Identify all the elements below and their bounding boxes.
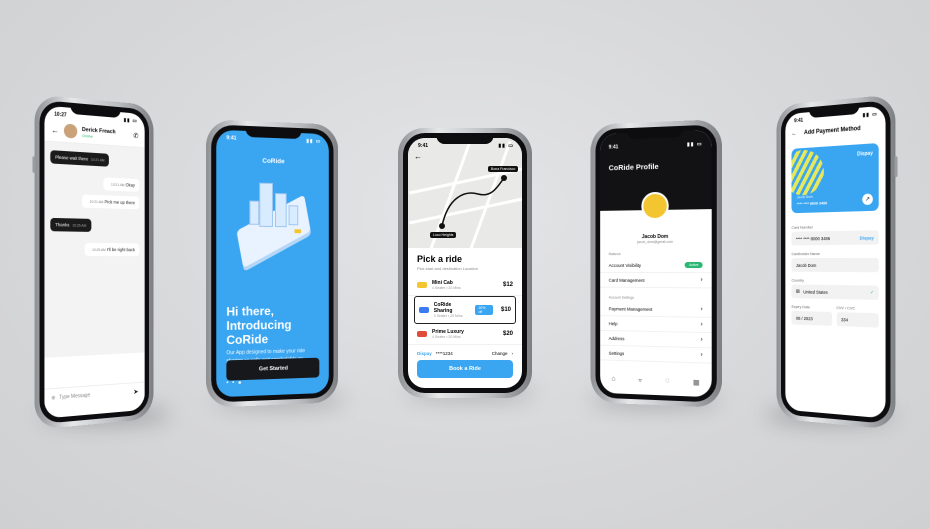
ride-option-coride-sharing[interactable]: CoRide Sharing 3 Seater • 20 Mins 20% off… xyxy=(414,296,516,324)
menu-item-settings[interactable]: Settings › xyxy=(600,345,712,364)
account-visibility-row[interactable]: Account Visibility Active xyxy=(600,257,712,274)
ride-price: $10 xyxy=(501,307,512,313)
profile-title: CoRide Profile xyxy=(608,161,659,173)
message-outgoing: 10:21 AM Okay xyxy=(103,177,140,192)
card-brand: Dispay xyxy=(857,150,873,158)
route-line xyxy=(439,175,507,229)
change-payment-link[interactable]: Change xyxy=(492,351,508,356)
expiry-field[interactable]: 08 / 2023 xyxy=(791,310,832,326)
grid-icon[interactable]: ▦ xyxy=(693,378,700,386)
pay-number: ****1234 xyxy=(435,351,453,356)
message-outgoing: 10:21 AM Pick me up there xyxy=(82,194,140,210)
home-icon[interactable]: ⌂ xyxy=(611,376,615,384)
chevron-right-icon: › xyxy=(511,351,514,356)
payment-title: Add Payment Method xyxy=(803,125,861,137)
book-ride-button[interactable]: Book a Ride xyxy=(417,360,513,378)
cardholder-field[interactable]: Jacob Dom xyxy=(791,257,879,273)
pick-ride-title: Pick a ride xyxy=(417,254,463,264)
ride-option-mini-cab[interactable]: Mini Cab 4 Seater • 20 Mins $12 xyxy=(408,275,522,296)
us-flag-icon: ▤ xyxy=(795,288,800,294)
bookmark-icon[interactable]: ▿ xyxy=(638,376,641,384)
phone-call-icon[interactable]: ✆ xyxy=(133,132,138,140)
label-cvv: CVV / CVC xyxy=(836,305,856,311)
headline-line-2: Introducing CoRide xyxy=(226,317,292,347)
active-badge: Active xyxy=(685,261,703,269)
phone-payment: 9:41 ▮▮ ▭ ← Add Payment Method Dispay Jac… xyxy=(776,94,898,430)
pay-brand: Dispay xyxy=(417,351,432,356)
section-balance: Balance xyxy=(608,252,621,257)
route-map[interactable]: 9:41 ▮▮ ▭ ← Bona Francisco Loco Heights xyxy=(408,138,522,248)
cvv-field[interactable]: 334 xyxy=(836,312,879,328)
pick-ride-subtitle: Pick start and destination Location xyxy=(417,266,478,271)
message-input[interactable]: ⊕ Type Message ➤ xyxy=(44,381,145,409)
send-icon[interactable]: ➤ xyxy=(133,388,138,396)
message-incoming: Thanks 10:25 AM xyxy=(50,217,91,232)
arrow-up-right-icon[interactable]: ↗ xyxy=(862,193,873,206)
message-placeholder: Type Message xyxy=(59,392,91,401)
message-incoming: Please wait there 10:21 AM xyxy=(50,150,110,167)
payment-card[interactable]: Dispay Jacob Dom **** **** 8000 3486 ↗ xyxy=(791,143,879,214)
chat-icon[interactable]: ◌ xyxy=(665,377,669,385)
status-time: 9:41 xyxy=(418,142,429,149)
city-illustration xyxy=(229,172,317,273)
chevron-right-icon: › xyxy=(700,277,703,284)
chevron-right-icon: › xyxy=(700,306,703,313)
ride-price: $20 xyxy=(502,331,513,337)
label-expiry: Expiry Date xyxy=(791,303,810,310)
origin-pin: Loco Heights xyxy=(430,232,457,238)
status-time: 9:41 xyxy=(794,117,804,124)
attach-icon[interactable]: ⊕ xyxy=(51,395,55,401)
car-icon xyxy=(417,282,427,288)
status-time: 10:27 xyxy=(54,110,67,119)
status-time: 9:41 xyxy=(226,134,237,142)
chevron-right-icon: › xyxy=(700,337,703,344)
discount-badge: 20% off xyxy=(475,305,493,315)
destination-pin: Bona Francisco xyxy=(488,166,519,172)
phone-pick-ride: 9:41 ▮▮ ▭ ← Bona Francisco Loco Heights P… xyxy=(398,128,532,398)
label-cardholder: Cardholder Name xyxy=(791,251,820,257)
avatar[interactable] xyxy=(641,191,669,221)
signal-icon: ▮▮ ▭ xyxy=(686,141,703,148)
car-icon xyxy=(419,307,429,313)
card-holder: Jacob Dom xyxy=(796,194,813,200)
app-logo: CoRide xyxy=(262,157,285,166)
avatar xyxy=(63,123,78,139)
tab-bar: ⌂ ▿ ◌ ▦ xyxy=(600,375,712,387)
phone-profile: 9:41 ▮▮ ▭ CoRide Profile Jacob Dom jacob_… xyxy=(590,119,722,408)
signal-icon: ▮▮ ▭ xyxy=(498,142,514,149)
card-pattern xyxy=(791,148,824,197)
signal-icon: ▮▮ ▭ xyxy=(862,110,878,119)
card-number-field[interactable]: **** **** 8000 3486 Dispay xyxy=(791,230,879,246)
card-management-row[interactable]: Card Management › xyxy=(600,272,712,289)
message-outgoing: 10:25 AM I'll be right back xyxy=(84,242,140,257)
chevron-right-icon: › xyxy=(700,352,703,359)
ride-option-prime-luxury[interactable]: Prime Luxury 4 Seater • 20 Mins $20 xyxy=(408,324,522,345)
chevron-right-icon: › xyxy=(700,321,703,328)
phone-chat: 10:27 ▮▮ ▭ ← Derick Freach Online ✆ Pleas… xyxy=(32,94,154,430)
card-brand-tag: Dispay xyxy=(859,234,874,241)
signal-icon: ▮▮ ▭ xyxy=(123,116,138,124)
back-arrow-icon[interactable]: ← xyxy=(791,131,796,137)
card-number: **** **** 8000 3486 xyxy=(796,200,828,207)
ride-price: $12 xyxy=(502,282,513,288)
signal-icon: ▮▮ ▭ xyxy=(306,137,322,145)
phone-onboarding: 9:41 ▮▮ ▭ CoRide Hi there, Introducing Co… xyxy=(206,119,339,408)
check-icon: ✓ xyxy=(870,289,874,295)
section-settings: Account Settings xyxy=(608,295,634,300)
status-time: 9:41 xyxy=(608,144,619,151)
car-icon xyxy=(417,331,427,337)
chat-body: Please wait there 10:21 AM 10:21 AM Okay … xyxy=(44,141,145,358)
get-started-button[interactable]: Get Started xyxy=(226,357,320,381)
back-arrow-icon[interactable]: ← xyxy=(51,125,59,135)
